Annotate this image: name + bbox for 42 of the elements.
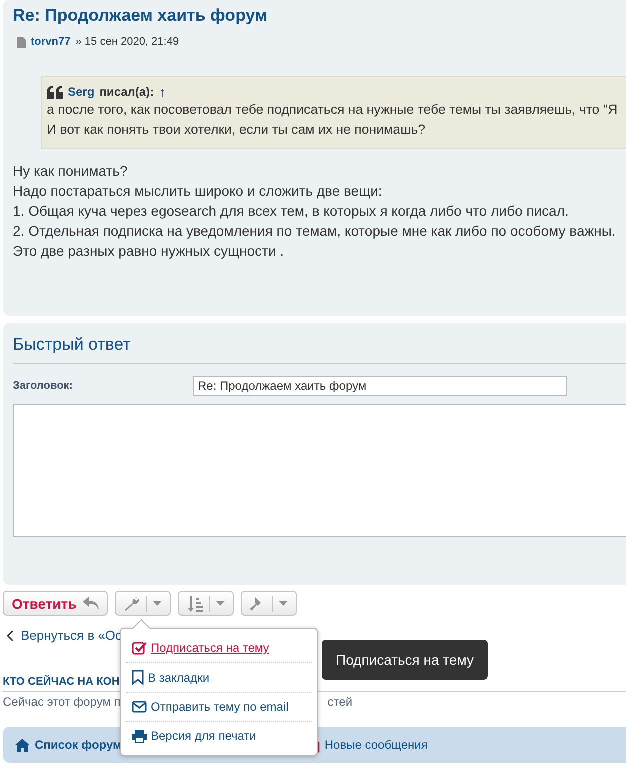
checkbox-icon	[132, 641, 147, 655]
envelope-icon	[132, 701, 147, 713]
moderation-button[interactable]	[240, 591, 297, 616]
online-text: Сейчас этот форум п	[3, 695, 121, 709]
forum-index-link[interactable]: Список форум	[15, 738, 122, 752]
jump-link[interactable]: ↑	[159, 84, 166, 100]
post-text: Надо постараться мыслить широко и сложить две вещи:	[13, 182, 384, 201]
tooltip: Подписаться на тему	[322, 640, 488, 680]
quote-text: а после того, как посоветовал тебе подписаться на нужные тебе темы ты заявляешь, что "Я	[47, 101, 619, 119]
subject-label: Заголовок:	[13, 380, 74, 392]
caret-icon	[278, 601, 288, 606]
post-date: » 15 сен 2020, 21:49	[76, 36, 180, 48]
caret-icon	[216, 601, 225, 606]
post-text: Это две разных равно нужных сущности .	[13, 242, 286, 261]
message-field[interactable]	[13, 404, 626, 537]
tools-button[interactable]	[114, 591, 171, 616]
post-text: 2. Отдельная подписка на уведомления по темам, которые мне как либо по особому важны.	[13, 222, 617, 241]
bookmark-icon	[132, 670, 144, 685]
subject-field[interactable]: Re: Продолжаем хаить форум	[193, 376, 567, 396]
quick-reply-title: Быстрый ответ	[13, 335, 626, 364]
post-text: Ну как понимать?	[13, 162, 129, 181]
menu-item[interactable]: Подписаться на тему	[126, 634, 312, 663]
menu-item[interactable]: Версия для печати	[126, 722, 312, 750]
menu-item[interactable]: Отправить тему по email	[126, 693, 312, 722]
menu-item[interactable]: В закладки	[126, 663, 312, 693]
author-link[interactable]: torvn77	[31, 36, 71, 48]
online-text: стей	[328, 695, 353, 709]
chevron-left-icon	[7, 630, 14, 640]
sort-button[interactable]	[178, 591, 234, 616]
caret-icon	[152, 601, 162, 606]
post-title[interactable]: Re: Продолжаем хаить форум	[13, 6, 626, 26]
sort-icon	[186, 596, 203, 612]
reply-arrow-icon	[82, 597, 99, 610]
quote-text: И вот как понять твои хотелки, если ты сам их не понимашь?	[47, 121, 427, 139]
wrench-icon	[124, 596, 140, 612]
post-text: 1. Общая куча через egosearch для всех тем, в которых я когда либо что либо писал.	[13, 202, 570, 221]
home-icon	[15, 738, 30, 752]
reply-button[interactable]: Ответить	[3, 591, 108, 616]
quote-icon	[47, 86, 63, 98]
printer-icon	[132, 730, 147, 742]
quote-wrote-label: писал(а):	[100, 85, 154, 99]
quote-author-link[interactable]: Serg	[68, 85, 95, 99]
